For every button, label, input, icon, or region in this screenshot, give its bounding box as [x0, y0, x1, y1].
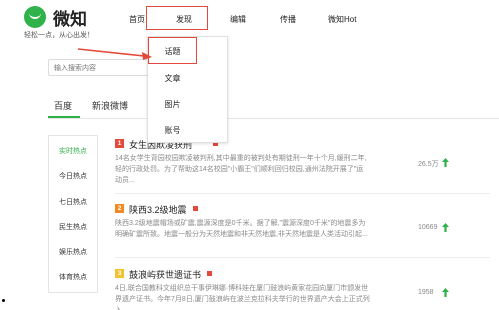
annotation-arrow-icon	[77, 48, 152, 60]
bullet-dot	[2, 299, 5, 302]
